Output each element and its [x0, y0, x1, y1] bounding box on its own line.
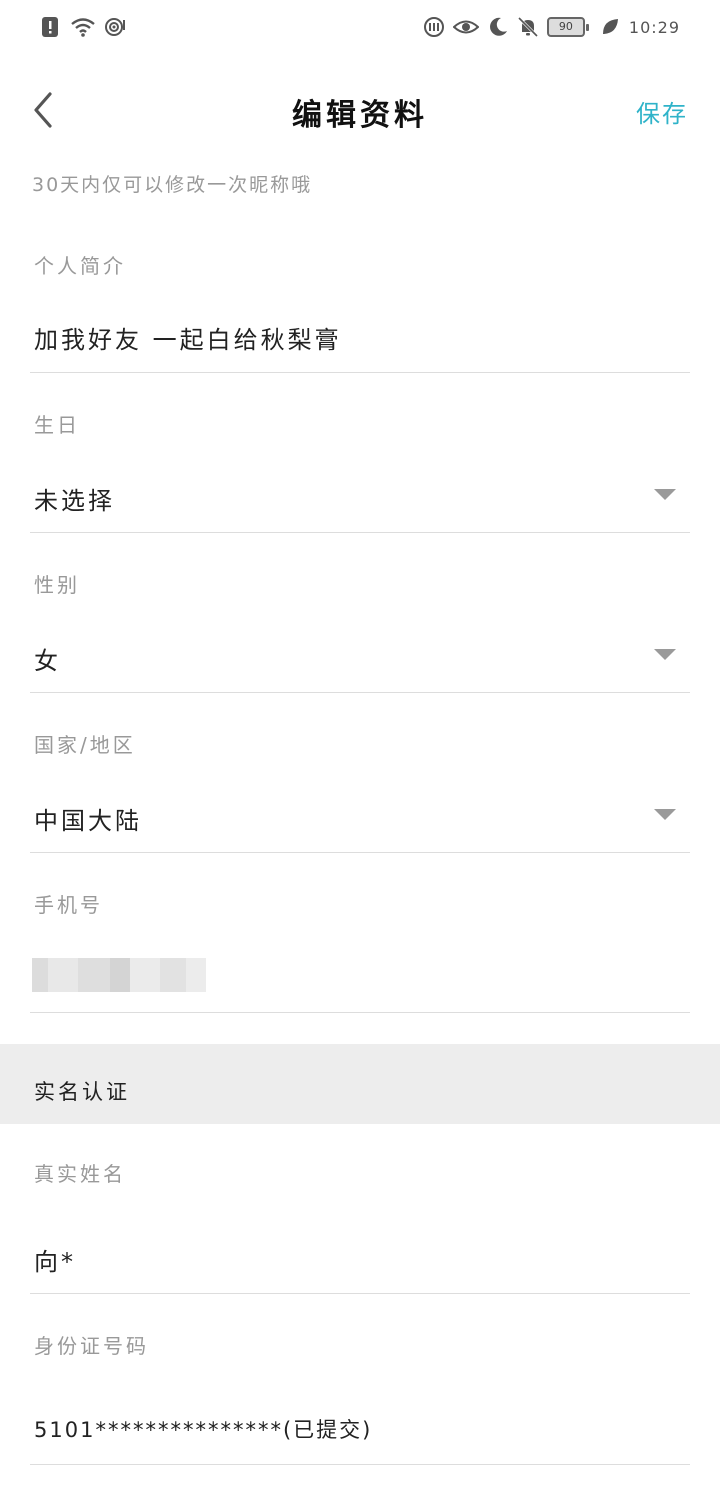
- chevron-down-icon: [654, 649, 676, 660]
- save-button[interactable]: 保存: [636, 94, 688, 129]
- status-bar: 90 10:29: [0, 0, 720, 56]
- nfc-icon: [423, 17, 444, 37]
- phone-redacted-value: [32, 958, 212, 992]
- bell-off-icon: [517, 16, 538, 38]
- wifi-icon: [71, 18, 95, 37]
- birthday-value: 未选择: [34, 487, 115, 515]
- bio-label: 个人简介: [34, 254, 126, 278]
- hotspot-icon: [105, 18, 125, 36]
- bio-field[interactable]: 个人简介 加我好友 一起白给秋梨膏: [30, 230, 690, 373]
- realname-section-header: 实名认证: [0, 1044, 720, 1124]
- id-number-field: 身份证号码 5101***************(已提交): [30, 1294, 690, 1465]
- chevron-down-icon: [654, 489, 676, 500]
- birthday-label: 生日: [34, 413, 80, 437]
- nickname-hint: 30天内仅可以修改一次昵称哦: [32, 174, 313, 196]
- moon-icon: [489, 17, 507, 36]
- status-time: 10:29: [628, 17, 680, 37]
- leaf-icon: [602, 19, 618, 34]
- page-title: 编辑资料: [292, 98, 428, 133]
- phone-label: 手机号: [34, 893, 103, 917]
- chevron-down-icon: [654, 809, 676, 820]
- id-number-value: 5101***************(已提交): [34, 1418, 373, 1442]
- eye-icon: [452, 20, 479, 34]
- gender-label: 性别: [34, 573, 80, 597]
- realname-value: 向*: [34, 1248, 76, 1276]
- region-select[interactable]: 国家/地区 中国大陆: [30, 693, 690, 853]
- alert-icon: [42, 17, 58, 37]
- id-number-label: 身份证号码: [34, 1334, 149, 1358]
- bio-value: 加我好友 一起白给秋梨膏: [34, 326, 342, 354]
- gender-value: 女: [34, 647, 61, 675]
- realname-field: 真实姓名 向*: [30, 1124, 690, 1294]
- nav-bar: 编辑资料 保存: [0, 70, 720, 150]
- realname-label: 真实姓名: [34, 1162, 126, 1186]
- region-value: 中国大陆: [34, 807, 142, 835]
- section-title: 实名认证: [34, 1080, 130, 1104]
- gender-select[interactable]: 性别 女: [30, 533, 690, 693]
- birthday-select[interactable]: 生日 未选择: [30, 373, 690, 533]
- battery-icon: 90: [546, 17, 589, 37]
- region-label: 国家/地区: [34, 733, 136, 757]
